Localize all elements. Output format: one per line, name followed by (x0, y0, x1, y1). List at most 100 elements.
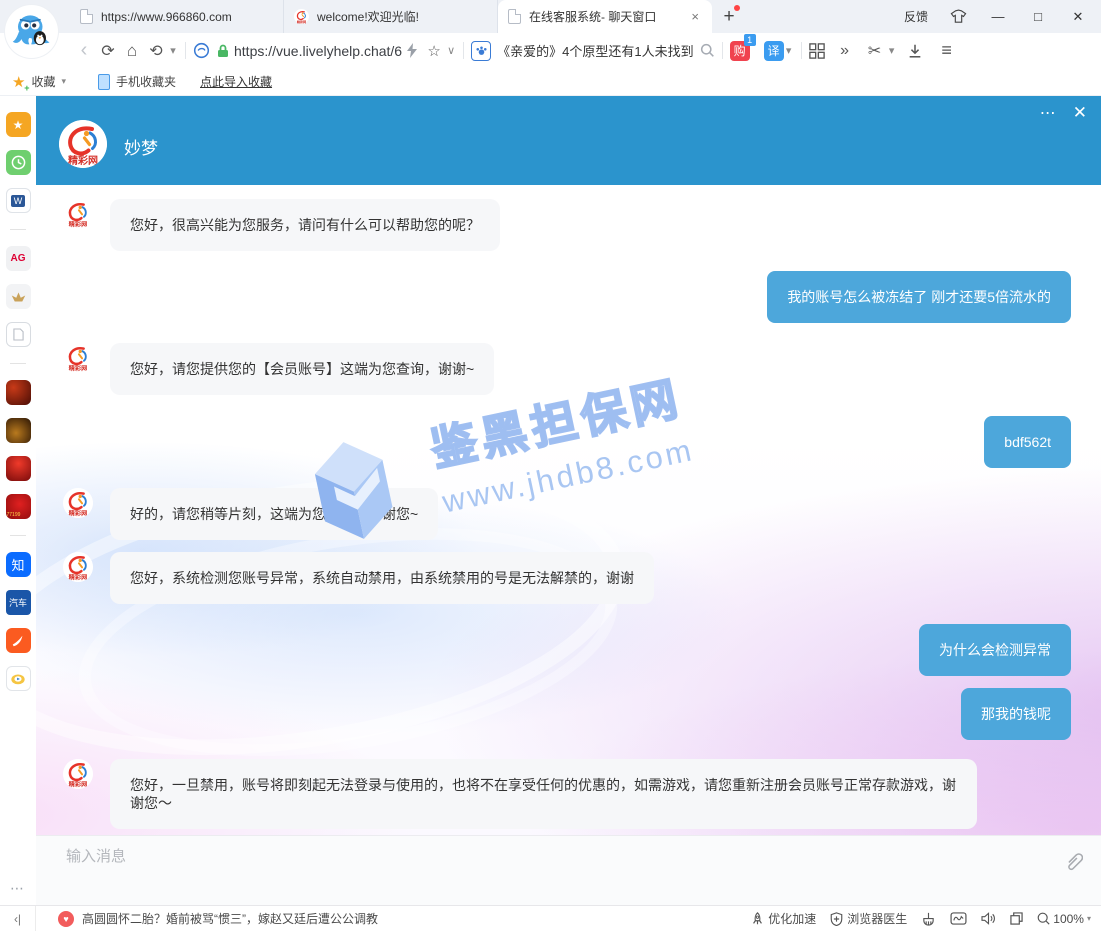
url-dropdown-icon[interactable]: ∨ (446, 38, 456, 64)
chat-message: 您好，请您提供您的【会员账号】这端为您查询，谢谢~ (63, 343, 1071, 395)
minimize-button[interactable]: — (989, 9, 1007, 24)
home-icon[interactable]: ⌂ (120, 38, 144, 64)
zoom-control[interactable]: 100% ▾ (1037, 912, 1091, 926)
hot-search-text[interactable]: 《亲爱的》4个原型还有1人未找到 (497, 41, 693, 60)
agent-message-avatar (63, 488, 93, 518)
translate-dropdown-icon[interactable]: ▾ (784, 38, 794, 64)
game-app-icon-1[interactable] (6, 380, 31, 405)
apps-grid-icon[interactable] (809, 43, 825, 59)
sidebar-divider (10, 535, 26, 536)
tab-3-active[interactable]: 在线客服系统- 聊天窗口 × (498, 0, 712, 33)
agent-message-avatar (63, 199, 93, 229)
game-app-icon-4[interactable]: 77199 (6, 494, 31, 519)
news-heart-icon: ♥ (58, 911, 74, 927)
favorites-dropdown-icon[interactable]: ▾ (61, 76, 66, 87)
maximize-button[interactable]: □ (1029, 9, 1047, 24)
tab-bar: https://www.966860.com welcome!欢迎光临! 在线客… (0, 0, 1101, 33)
more-extensions-icon[interactable]: » (833, 38, 857, 64)
speaker-icon[interactable] (981, 912, 996, 925)
broom-cleaner-icon[interactable] (921, 912, 936, 926)
mobile-favorites-button[interactable]: 手机收藏夹 (116, 73, 176, 90)
video-app-icon[interactable] (6, 666, 31, 691)
search-icon[interactable] (700, 43, 715, 58)
chat-message: 好的，请您稍等片刻，这端为您查询，谢谢您~ (63, 488, 1071, 540)
browser-doctor-button[interactable]: 浏览器医生 (830, 910, 907, 927)
tab-title: https://www.966860.com (101, 10, 273, 24)
import-favorites-link[interactable]: 点此导入收藏 (200, 73, 272, 90)
attachment-paperclip-icon[interactable] (1063, 850, 1083, 872)
tab-close-icon[interactable]: × (688, 9, 702, 24)
hot-search-paw-icon[interactable] (471, 41, 491, 61)
back-icon[interactable]: ‹ (72, 38, 96, 64)
message-input[interactable] (66, 848, 926, 865)
swoosh-app-icon[interactable] (6, 628, 31, 653)
file-app-icon[interactable] (6, 322, 31, 347)
ag-app-icon[interactable]: AG (6, 246, 31, 271)
address-url[interactable]: https://vue.livelyhelp.chat/6 (234, 43, 402, 59)
game-app-icon-3[interactable] (6, 456, 31, 481)
agent-bubble: 您好，很高兴能为您服务，请问有什么可以帮助您的呢？ (110, 199, 500, 251)
chat-more-icon[interactable]: ⋯ (1040, 103, 1057, 123)
menu-icon[interactable]: ≡ (935, 38, 959, 64)
screenshot-scissors-icon[interactable]: ✂ (863, 38, 887, 64)
tab-1[interactable]: https://www.966860.com (70, 0, 284, 33)
tab-strip: https://www.966860.com welcome!欢迎光临! 在线客… (70, 0, 712, 33)
sidebar-divider (10, 363, 26, 364)
window-controls: 反馈 — □ ✕ (904, 0, 1101, 33)
navigation-toolbar: ‹ ⟳ ⌂ ⟲ ▾ https://vue.livelyhelp.chat/6 … (0, 33, 1101, 68)
speedup-button[interactable]: 优化加速 (751, 910, 816, 927)
game-app-icon-2[interactable] (6, 418, 31, 443)
skin-theme-icon[interactable] (950, 9, 967, 24)
security-shield-icon[interactable] (193, 42, 210, 59)
chat-header: 妙梦 ⋯ ✕ (36, 96, 1101, 185)
tab-title: 在线客服系统- 聊天窗口 (529, 8, 680, 25)
user-bubble: bdf562t (984, 416, 1071, 468)
octopus-mascot-icon (11, 11, 53, 53)
download-icon[interactable] (907, 43, 923, 59)
feedback-button[interactable]: 反馈 (904, 8, 928, 25)
notification-dot (734, 5, 740, 11)
refresh-icon[interactable]: ⟳ (96, 38, 120, 64)
new-tab-button[interactable]: + (712, 0, 746, 33)
window-restore-icon[interactable] (1010, 912, 1023, 925)
sidebar-more-icon[interactable]: ⋯ (10, 880, 26, 905)
zhihu-app-icon[interactable]: 知 (6, 552, 31, 577)
ad-filter-icon[interactable] (950, 912, 967, 925)
history-clock-icon[interactable] (6, 150, 31, 175)
user-bubble: 我的账号怎么被冻结了 刚才还要5倍流水的 (767, 271, 1071, 323)
tab-2[interactable]: welcome!欢迎光临! (284, 0, 498, 33)
browser-logo[interactable] (5, 5, 58, 58)
agent-bubble: 您好，请您提供您的【会员账号】这端为您查询，谢谢~ (110, 343, 494, 395)
undo-history-icon[interactable]: ⟲ (144, 38, 168, 64)
user-bubble: 为什么会检测异常 (919, 624, 1071, 676)
plus-icon: + (723, 6, 734, 28)
mobile-phone-icon (98, 74, 110, 90)
chat-close-icon[interactable]: ✕ (1073, 103, 1087, 123)
undo-dropdown-icon[interactable]: ▾ (168, 38, 178, 64)
emblem-app-icon[interactable] (6, 284, 31, 309)
scissors-dropdown-icon[interactable]: ▾ (887, 38, 897, 64)
close-button[interactable]: ✕ (1069, 9, 1087, 25)
bookmark-star-icon[interactable]: ☆ (422, 38, 446, 64)
shopping-button[interactable]: 购 1 (730, 41, 750, 61)
doctor-shield-icon (830, 912, 843, 926)
favorites-button[interactable]: 收藏 (31, 73, 55, 90)
news-ticker[interactable]: 高圆圆怀二胎？婚前被骂“惯三”，嫁赵又廷后遭公公调教 (82, 910, 378, 927)
collapse-sidebar-icon[interactable]: ‹| (0, 906, 36, 931)
bookmarks-bar: ★+ 收藏 ▾ 手机收藏夹 点此导入收藏 (0, 68, 1101, 96)
rocket-icon (751, 912, 764, 926)
chat-message: 您好，系统检测您账号异常，系统自动禁用，由系统禁用的号是无法解禁的，谢谢 (63, 552, 1071, 604)
word-doc-icon[interactable]: W (6, 188, 31, 213)
autohome-app-icon[interactable]: 汽车 (6, 590, 31, 615)
divider (722, 42, 723, 59)
translate-label: 译 (768, 42, 780, 59)
agent-avatar (59, 120, 107, 168)
favorites-plus-icon: + (24, 83, 29, 93)
status-bar: ‹| ♥ 高圆圆怀二胎？婚前被骂“惯三”，嫁赵又廷后遭公公调教 优化加速 浏览器… (0, 905, 1101, 931)
lightning-icon[interactable] (406, 43, 418, 58)
agent-message-avatar (63, 552, 93, 582)
chat-message: 您好，很高兴能为您服务，请问有什么可以帮助您的呢？ (63, 199, 1071, 251)
translate-button[interactable]: 译 (764, 41, 784, 61)
chat-input-bar (36, 835, 1101, 905)
favorites-app-icon[interactable]: ★ (6, 112, 31, 137)
